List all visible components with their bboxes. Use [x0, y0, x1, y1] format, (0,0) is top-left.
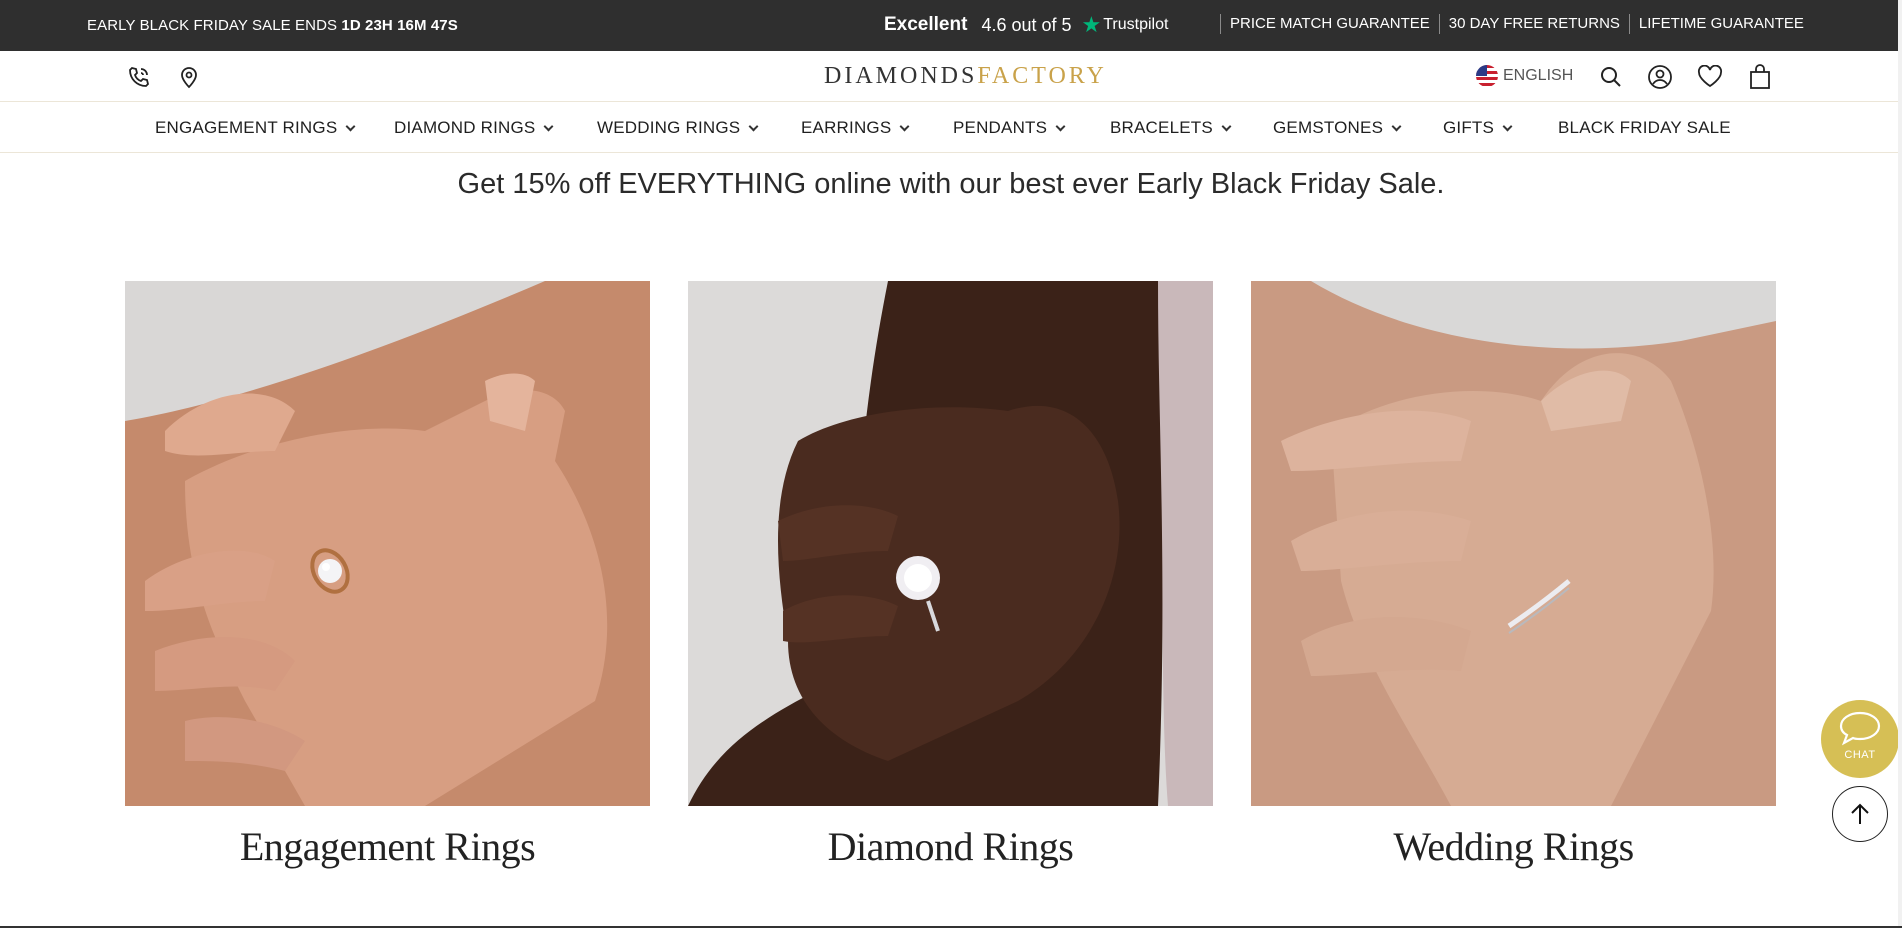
guarantee-free-returns[interactable]: 30 DAY FREE RETURNS	[1438, 14, 1629, 34]
nav-earrings[interactable]: EARRINGS	[801, 118, 910, 138]
nav-label: ENGAGEMENT RINGS	[155, 118, 338, 137]
back-to-top-button[interactable]	[1832, 786, 1888, 842]
diamond-rings-image[interactable]	[688, 281, 1213, 806]
wishlist-heart-icon[interactable]	[1697, 64, 1723, 90]
wedding-rings-title[interactable]: Wedding Rings	[1251, 823, 1776, 870]
nav-gemstones[interactable]: GEMSTONES	[1273, 118, 1402, 138]
page-scrollbar[interactable]	[1898, 0, 1902, 928]
main-nav: ENGAGEMENT RINGS DIAMOND RINGS WEDDING R…	[0, 102, 1902, 153]
chat-bubble-icon	[1839, 711, 1881, 746]
us-flag-icon	[1476, 65, 1498, 87]
nav-label: GIFTS	[1443, 118, 1495, 137]
guarantee-price-match[interactable]: PRICE MATCH GUARANTEE	[1220, 14, 1439, 34]
shopping-bag-icon[interactable]	[1747, 64, 1773, 90]
logo-factory: FACTORY	[977, 63, 1107, 89]
chevron-down-icon	[1502, 121, 1513, 132]
nav-bracelets[interactable]: BRACELETS	[1110, 118, 1232, 138]
language-selector[interactable]: ENGLISH	[1476, 65, 1573, 87]
sale-tagline: Get 15% off EVERYTHING online with our b…	[457, 168, 1445, 200]
account-icon[interactable]	[1647, 64, 1673, 90]
chat-button[interactable]: CHAT	[1821, 700, 1899, 778]
logo-diamonds: DIAMONDS	[824, 63, 978, 89]
countdown-timer: 1D 23H 16M 47S	[341, 17, 458, 34]
guarantee-links: PRICE MATCH GUARANTEE 30 DAY FREE RETURN…	[1220, 14, 1813, 34]
trustpilot-star-icon: ★	[1081, 12, 1102, 37]
chat-label: CHAT	[1844, 749, 1876, 761]
trustpilot-rating[interactable]: Excellent 4.6 out of 5 ★ Trustpilot	[884, 14, 1168, 36]
language-label: ENGLISH	[1503, 67, 1574, 84]
rating-word: Excellent	[884, 14, 968, 35]
nav-gifts[interactable]: GIFTS	[1443, 118, 1513, 138]
arrow-up-icon	[1851, 803, 1869, 824]
sale-countdown[interactable]: EARLY BLACK FRIDAY SALE ENDS 1D 23H 16M …	[87, 17, 458, 34]
chevron-down-icon	[345, 121, 356, 132]
nav-engagement-rings[interactable]: ENGAGEMENT RINGS	[155, 118, 356, 138]
chevron-down-icon	[1391, 121, 1402, 132]
rating-score: 4.6 out of 5	[981, 14, 1072, 35]
sale-text: EARLY BLACK FRIDAY SALE ENDS	[87, 17, 342, 34]
search-icon[interactable]	[1598, 64, 1624, 90]
chevron-down-icon	[899, 121, 910, 132]
nav-diamond-rings[interactable]: DIAMOND RINGS	[394, 118, 554, 138]
nav-wedding-rings[interactable]: WEDDING RINGS	[597, 118, 759, 138]
chevron-down-icon	[544, 121, 554, 132]
trustpilot-brand: Trustpilot	[1103, 16, 1169, 33]
chevron-down-icon	[1055, 121, 1066, 132]
wedding-rings-image[interactable]	[1251, 281, 1776, 806]
nav-black-friday-sale[interactable]: BLACK FRIDAY SALE	[1558, 118, 1731, 138]
chevron-down-icon	[1221, 121, 1232, 132]
brand-logo[interactable]: DIAMONDSFACTORY	[824, 63, 1107, 90]
nav-label: DIAMOND RINGS	[394, 118, 536, 137]
diamond-rings-title[interactable]: Diamond Rings	[688, 823, 1213, 870]
nav-label: GEMSTONES	[1273, 118, 1384, 137]
phone-icon[interactable]	[126, 64, 152, 90]
location-pin-icon[interactable]	[176, 64, 202, 90]
nav-label: BRACELETS	[1110, 118, 1213, 137]
site-header: DIAMONDSFACTORY ENGLISH	[0, 51, 1902, 102]
chevron-down-icon	[748, 121, 759, 132]
promo-bar: EARLY BLACK FRIDAY SALE ENDS 1D 23H 16M …	[0, 0, 1902, 51]
nav-label: EARRINGS	[801, 118, 892, 137]
nav-label: WEDDING RINGS	[597, 118, 741, 137]
engagement-rings-title[interactable]: Engagement Rings	[125, 823, 650, 870]
nav-label: BLACK FRIDAY SALE	[1558, 118, 1731, 137]
guarantee-lifetime[interactable]: LIFETIME GUARANTEE	[1628, 14, 1813, 34]
nav-label: PENDANTS	[953, 118, 1048, 137]
nav-pendants[interactable]: PENDANTS	[953, 118, 1066, 138]
engagement-rings-image[interactable]	[125, 281, 650, 806]
